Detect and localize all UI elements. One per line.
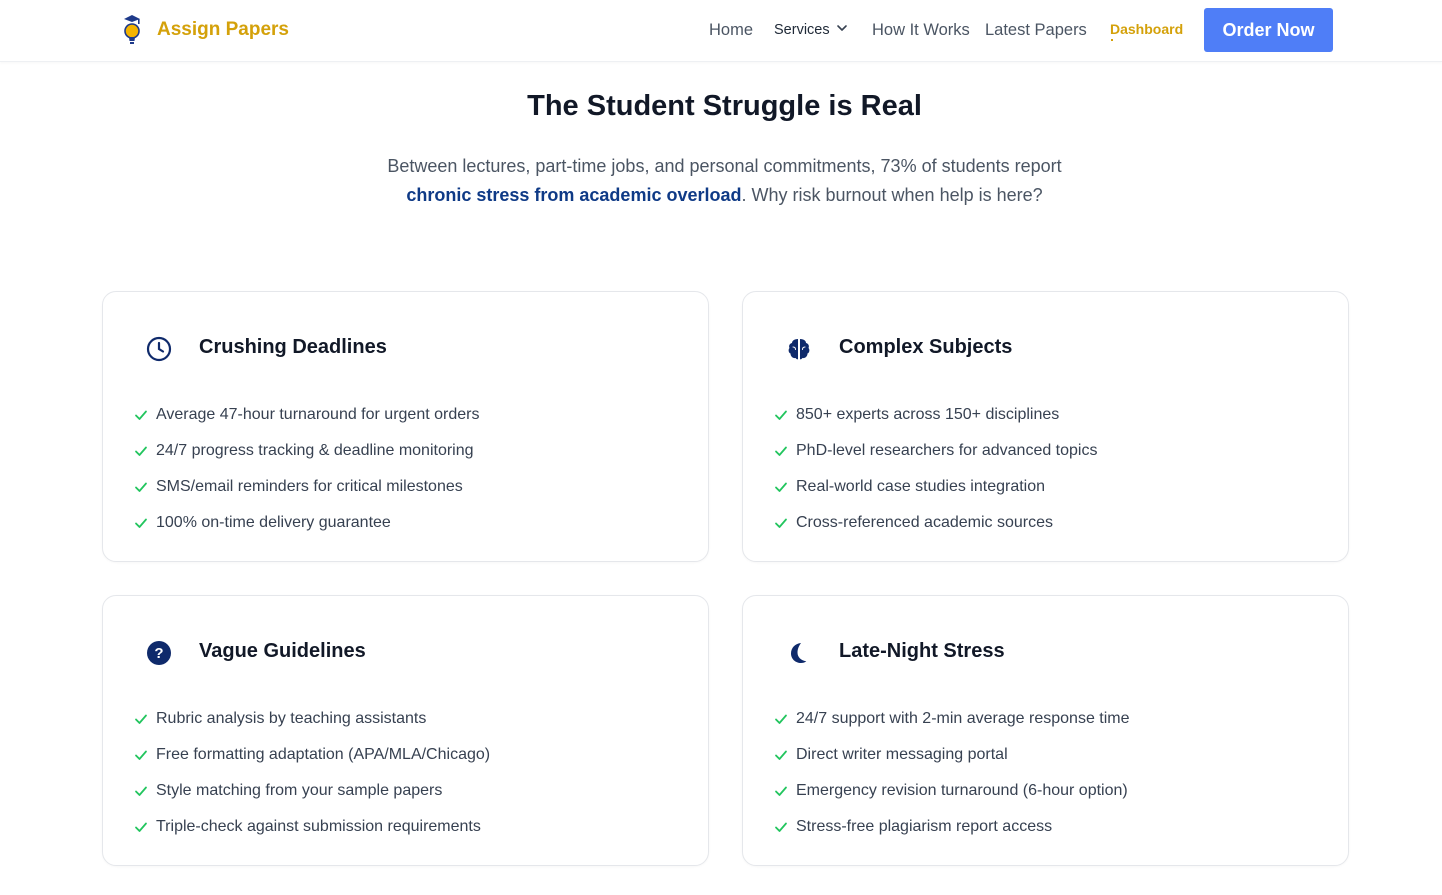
card-feature-list: 850+ experts across 150+ disciplines PhD… bbox=[774, 397, 1097, 541]
list-item: 100% on-time delivery guarantee bbox=[134, 505, 479, 541]
list-item-text: 24/7 progress tracking & deadline monito… bbox=[156, 442, 474, 459]
list-item: Real-world case studies integration bbox=[774, 469, 1097, 505]
check-icon bbox=[774, 408, 788, 422]
list-item-text: PhD-level researchers for advanced topic… bbox=[796, 442, 1098, 459]
moon-icon bbox=[786, 640, 812, 666]
check-icon bbox=[774, 480, 788, 494]
list-item-text: Emergency revision turnaround (6-hour op… bbox=[796, 782, 1128, 799]
card-title: Crushing Deadlines bbox=[199, 336, 387, 358]
list-item-text: Real-world case studies integration bbox=[796, 478, 1046, 495]
card-feature-list: Rubric analysis by teaching assistants F… bbox=[134, 701, 490, 845]
check-icon bbox=[774, 444, 788, 458]
dashboard-indicator-dot bbox=[1111, 39, 1113, 41]
list-item-text: Stress-free plagiarism report access bbox=[796, 818, 1053, 835]
feature-card-vague-guidelines: ? Vague Guidelines Rubric analysis by te… bbox=[102, 595, 709, 866]
lightbulb-graduation-icon bbox=[118, 12, 148, 48]
nav-services-label: Services bbox=[774, 22, 830, 38]
section-title: The Student Struggle is Real bbox=[527, 90, 922, 122]
check-icon bbox=[774, 784, 788, 798]
subtitle-highlight: chronic stress from academic overload bbox=[406, 185, 742, 205]
list-item: PhD-level researchers for advanced topic… bbox=[774, 433, 1097, 469]
top-navbar: Assign Papers Home Services How It Works… bbox=[0, 0, 1442, 62]
list-item-text: Cross-referenced academic sources bbox=[796, 514, 1053, 531]
card-title: Complex Subjects bbox=[839, 336, 1013, 358]
list-item-text: Triple-check against submission requirem… bbox=[156, 818, 481, 835]
check-icon bbox=[774, 748, 788, 762]
card-title: Vague Guidelines bbox=[199, 640, 366, 662]
check-icon bbox=[134, 444, 148, 458]
svg-text:?: ? bbox=[154, 645, 163, 662]
nav-services-dropdown[interactable]: Services bbox=[774, 22, 848, 38]
list-item-text: Rubric analysis by teaching assistants bbox=[156, 710, 427, 727]
list-item-text: 100% on-time delivery guarantee bbox=[156, 514, 391, 531]
list-item-text: Direct writer messaging portal bbox=[796, 746, 1008, 763]
feature-card-complex-subjects: Complex Subjects 850+ experts across 150… bbox=[742, 291, 1349, 562]
list-item-text: Average 47-hour turnaround for urgent or… bbox=[156, 406, 480, 423]
chevron-down-icon bbox=[836, 22, 848, 38]
list-item: Rubric analysis by teaching assistants bbox=[134, 701, 490, 737]
brand-logo-link[interactable]: Assign Papers bbox=[118, 12, 289, 48]
list-item-text: Style matching from your sample papers bbox=[156, 782, 443, 799]
list-item: 24/7 support with 2-min average response… bbox=[774, 701, 1130, 737]
list-item-text: 850+ experts across 150+ disciplines bbox=[796, 406, 1060, 423]
list-item: Free formatting adaptation (APA/MLA/Chic… bbox=[134, 737, 490, 773]
list-item: Stress-free plagiarism report access bbox=[774, 809, 1130, 845]
check-icon bbox=[134, 408, 148, 422]
nav-home-link[interactable]: Home bbox=[709, 21, 753, 40]
feature-card-late-night-stress: Late-Night Stress 24/7 support with 2-mi… bbox=[742, 595, 1349, 866]
check-icon bbox=[134, 516, 148, 530]
order-now-button[interactable]: Order Now bbox=[1204, 8, 1333, 52]
nav-dashboard-link[interactable]: Dashboard bbox=[1110, 21, 1183, 37]
brain-icon bbox=[786, 336, 812, 362]
clock-icon bbox=[146, 336, 172, 362]
check-icon bbox=[774, 516, 788, 530]
list-item: Direct writer messaging portal bbox=[774, 737, 1130, 773]
section-subtitle: Between lectures, part-time jobs, and pe… bbox=[0, 152, 1442, 210]
list-item: Style matching from your sample papers bbox=[134, 773, 490, 809]
subtitle-text-1: Between lectures, part-time jobs, and pe… bbox=[387, 156, 1062, 176]
subtitle-text-2: . Why risk burnout when help is here? bbox=[741, 185, 1043, 205]
check-icon bbox=[134, 712, 148, 726]
list-item: Triple-check against submission requirem… bbox=[134, 809, 490, 845]
list-item: Emergency revision turnaround (6-hour op… bbox=[774, 773, 1130, 809]
list-item: Average 47-hour turnaround for urgent or… bbox=[134, 397, 479, 433]
card-feature-list: Average 47-hour turnaround for urgent or… bbox=[134, 397, 479, 541]
feature-card-deadlines: Crushing Deadlines Average 47-hour turna… bbox=[102, 291, 709, 562]
check-icon bbox=[134, 748, 148, 762]
card-feature-list: 24/7 support with 2-min average response… bbox=[774, 701, 1130, 845]
list-item: SMS/email reminders for critical milesto… bbox=[134, 469, 479, 505]
check-icon bbox=[134, 820, 148, 834]
list-item-text: SMS/email reminders for critical milesto… bbox=[156, 478, 463, 495]
nav-how-it-works-link[interactable]: How It Works bbox=[872, 21, 970, 40]
check-icon bbox=[134, 784, 148, 798]
list-item-text: Free formatting adaptation (APA/MLA/Chic… bbox=[156, 746, 491, 763]
brand-name: Assign Papers bbox=[157, 19, 289, 40]
list-item: 24/7 progress tracking & deadline monito… bbox=[134, 433, 479, 469]
list-item: 850+ experts across 150+ disciplines bbox=[774, 397, 1097, 433]
list-item: Cross-referenced academic sources bbox=[774, 505, 1097, 541]
question-circle-icon: ? bbox=[146, 640, 172, 666]
list-item-text: 24/7 support with 2-min average response… bbox=[796, 710, 1130, 727]
check-icon bbox=[774, 712, 788, 726]
nav-latest-papers-link[interactable]: Latest Papers bbox=[985, 21, 1087, 40]
check-icon bbox=[134, 480, 148, 494]
check-icon bbox=[774, 820, 788, 834]
card-title: Late-Night Stress bbox=[839, 640, 1005, 662]
